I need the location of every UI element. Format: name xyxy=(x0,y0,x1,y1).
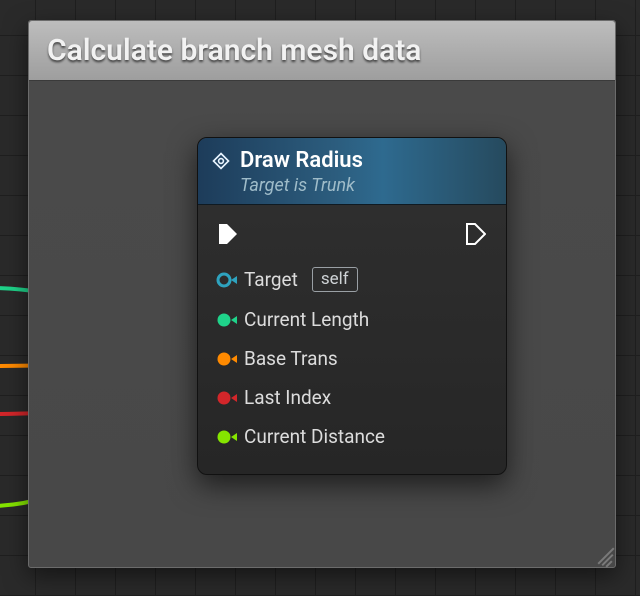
current-distance-pin[interactable] xyxy=(216,428,234,446)
pin-label: Current Length xyxy=(244,308,369,331)
target-pin[interactable] xyxy=(216,271,234,289)
pin-label: Base Trans xyxy=(244,347,338,370)
function-node-draw-radius[interactable]: Draw Radius Target is Trunk xyxy=(197,137,507,475)
comment-title: Calculate branch mesh data xyxy=(47,33,421,68)
pin-row-base-trans: Base Trans xyxy=(212,339,492,378)
exec-out-pin[interactable] xyxy=(466,223,486,245)
pin-row-current-distance: Current Distance xyxy=(212,417,492,456)
function-icon xyxy=(212,152,230,170)
pin-row-last-index: Last Index xyxy=(212,378,492,417)
node-subtitle: Target is Trunk xyxy=(240,175,492,196)
pin-row-current-length: Current Length xyxy=(212,300,492,339)
last-index-pin[interactable] xyxy=(216,389,234,407)
target-default-value[interactable]: self xyxy=(312,267,358,292)
comment-header[interactable]: Calculate branch mesh data xyxy=(29,21,615,81)
comment-panel[interactable]: Calculate branch mesh data Draw Radius T… xyxy=(28,20,616,568)
pin-row-target: Target self xyxy=(212,259,492,300)
pin-label: Last Index xyxy=(244,386,331,409)
node-header[interactable]: Draw Radius Target is Trunk xyxy=(198,138,506,205)
node-title: Draw Radius xyxy=(240,148,363,173)
resize-handle-icon[interactable] xyxy=(593,545,613,565)
pin-label: Current Distance xyxy=(244,425,385,448)
base-trans-pin[interactable] xyxy=(216,350,234,368)
current-length-pin[interactable] xyxy=(216,311,234,329)
pin-label: Target xyxy=(244,268,298,291)
exec-in-pin[interactable] xyxy=(218,223,238,245)
node-body: Target self Current Length xyxy=(198,205,506,474)
